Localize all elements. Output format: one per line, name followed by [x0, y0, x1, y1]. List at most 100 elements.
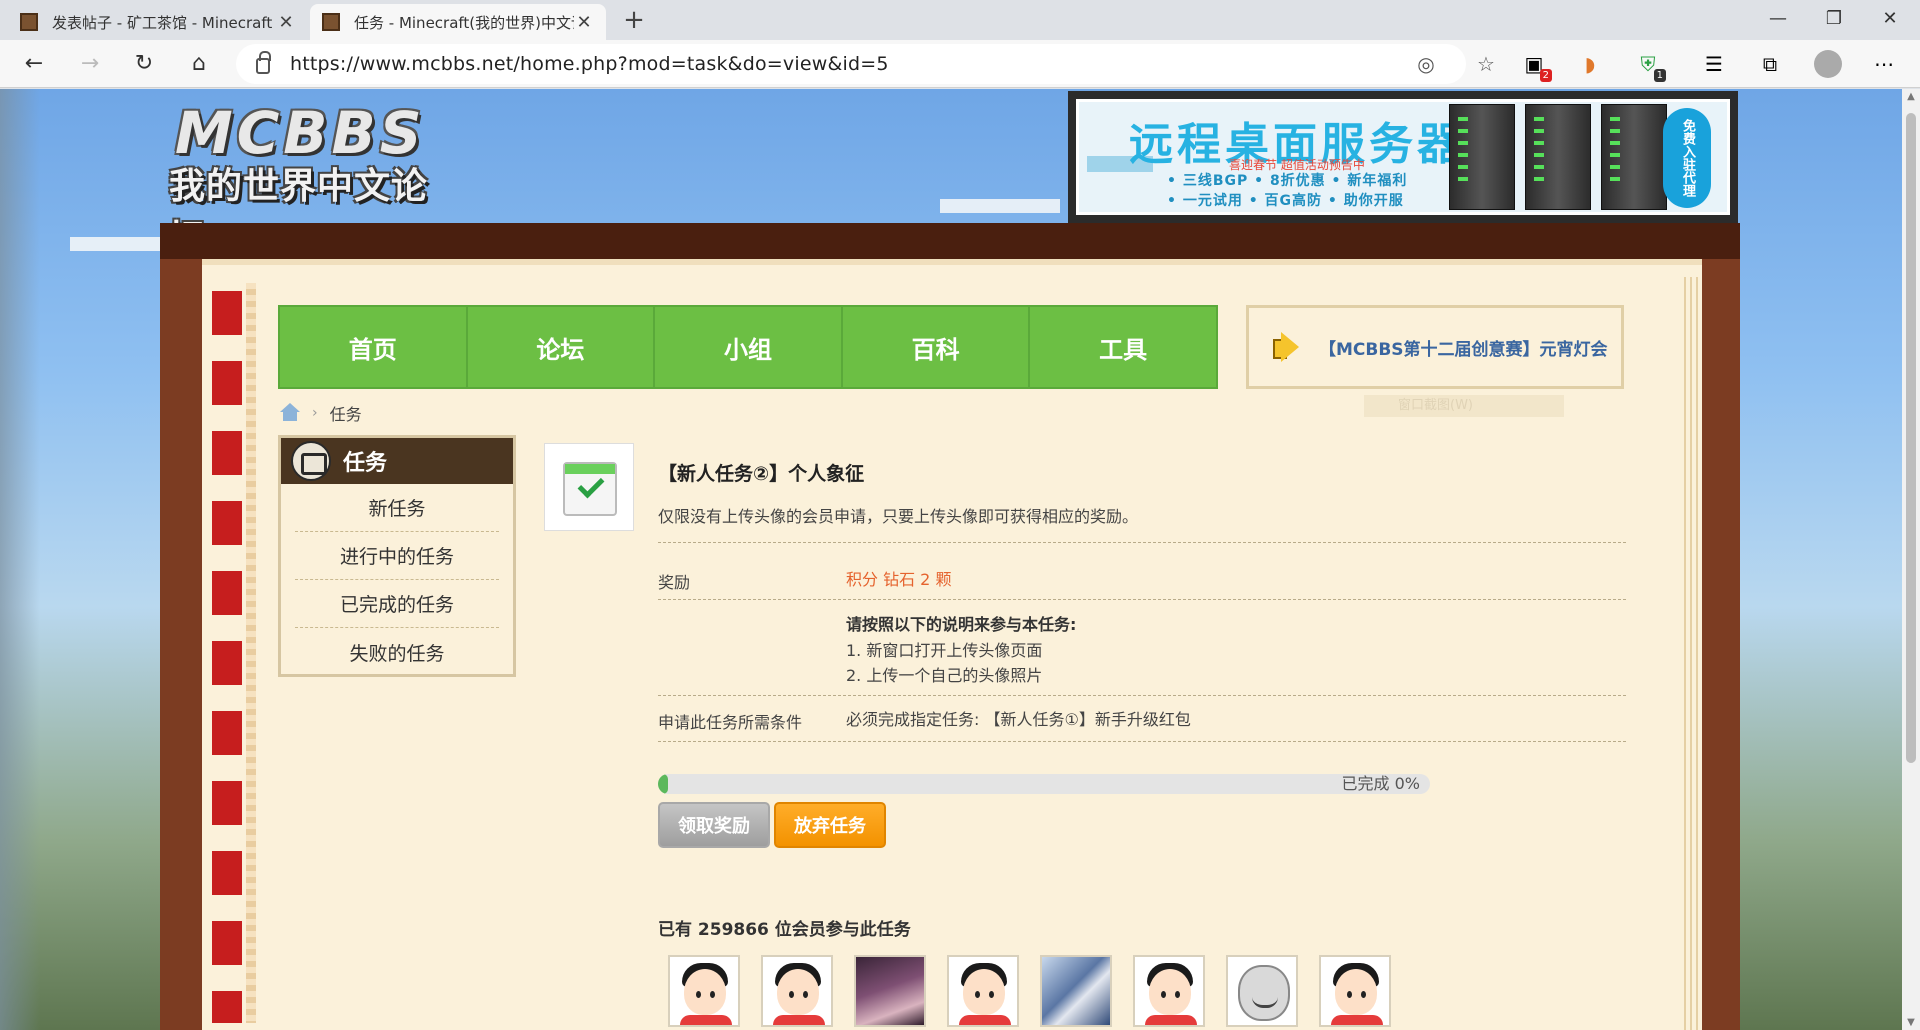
condition-label: 申请此任务所需条件 [658, 713, 803, 732]
page-edge [1680, 277, 1702, 1030]
address-bar-row: ← → ↻ ⌂ https://www.mcbbs.net/home.php?m… [0, 40, 1920, 88]
avatar[interactable] [854, 955, 926, 1027]
tab-bar: 发表帖子 - 矿工茶馆 - Minecraft ✕ 任务 - Minecraft… [0, 0, 1920, 40]
members-count: 已有 259866 位会员参与此任务 [658, 920, 911, 940]
member-avatars [668, 955, 1412, 1027]
sidebar-item-new[interactable]: 新任务 [295, 484, 499, 532]
sidebar-item-in-progress[interactable]: 进行中的任务 [295, 532, 499, 580]
tab-title: 发表帖子 - 矿工茶馆 - Minecraft [52, 13, 273, 32]
tracking-prevention-icon[interactable]: ◎ [1414, 52, 1438, 76]
reward-value: 积分 钻石 2 颗 [846, 570, 952, 589]
divider [658, 599, 1626, 600]
instruction-item: 1. 新窗口打开上传头像页面 [846, 641, 1043, 660]
ad-line: • 一元试用 • 百G高防 • 助你开服 [1167, 193, 1404, 209]
avatar[interactable] [1319, 955, 1391, 1027]
announcement-box: 【MCBBS第十二届创意赛】元宵灯会 [1246, 305, 1624, 389]
extension-badge: 2 [1539, 69, 1552, 82]
forward-button[interactable]: → [72, 46, 108, 82]
progress-text: 已完成 0% [1341, 774, 1420, 793]
ad-banner[interactable]: 远程桌面服务器 喜迎春节 超值活动预告中 • 三线BGP • 8折优惠 • 新年… [1068, 91, 1738, 223]
nav-home[interactable]: 首页 [280, 307, 468, 387]
more-menu-icon[interactable]: ⋯ [1870, 50, 1898, 78]
sidebar-item-failed[interactable]: 失败的任务 [295, 628, 499, 676]
favorites-icon[interactable]: ☰ [1700, 50, 1728, 78]
extension-badge: 1 [1653, 69, 1666, 82]
browser-tab-task[interactable]: 任务 - Minecraft(我的世界)中文论 ✕ [310, 4, 606, 40]
lock-icon [256, 51, 271, 74]
url-field[interactable]: https://www.mcbbs.net/home.php?mod=task&… [236, 44, 1495, 84]
reward-label: 奖励 [658, 573, 691, 592]
extension-icon[interactable]: ▣ 2 [1520, 50, 1552, 82]
ad-content: 远程桌面服务器 喜迎春节 超值活动预告中 • 三线BGP • 8折优惠 • 新年… [1076, 99, 1730, 215]
back-button[interactable]: ← [16, 46, 52, 82]
breadcrumb: › 任务 [280, 401, 362, 425]
ad-pill: 免费入驻代理 [1663, 108, 1711, 208]
tab-title: 任务 - Minecraft(我的世界)中文论 [354, 13, 574, 32]
breadcrumb-separator: › [312, 405, 318, 421]
shield-extension-icon[interactable]: ⛨ 1 [1634, 50, 1666, 82]
home-button[interactable]: ⌂ [181, 46, 217, 82]
sidebar-title: 任务 [343, 451, 388, 476]
instruction-item: 2. 上传一个自己的头像照片 [846, 666, 1043, 685]
background-edge [0, 89, 40, 1030]
new-tab-button[interactable]: + [618, 6, 650, 36]
condition-value: 必须完成指定任务: 【新人任务①】新手升级红包 [846, 710, 1191, 729]
avatar[interactable] [761, 955, 833, 1027]
divider [658, 542, 1626, 543]
nav-tools[interactable]: 工具 [1030, 307, 1216, 387]
add-favorite-icon[interactable]: ☆ [1474, 52, 1498, 76]
nav-groups[interactable]: 小组 [655, 307, 843, 387]
avatar[interactable] [947, 955, 1019, 1027]
book-binding [212, 283, 242, 1023]
cloud [940, 199, 1060, 213]
task-description: 仅限没有上传头像的会员申请，只要上传头像即可获得相应的奖励。 [658, 507, 1139, 526]
close-tab-icon[interactable]: ✕ [574, 12, 594, 33]
task-progress-bar: 已完成 0% [658, 774, 1430, 794]
task-calendar-check-icon [544, 443, 634, 531]
instructions-title: 请按照以下的说明来参与本任务: [846, 615, 1077, 634]
minecraft-block-icon [20, 13, 38, 31]
main-nav: 首页 论坛 小组 百科 工具 [278, 305, 1218, 389]
breadcrumb-current[interactable]: 任务 [330, 401, 362, 425]
maximize-button[interactable]: ❐ [1806, 0, 1862, 40]
book-binding-inner [246, 283, 256, 1023]
scroll-thumb[interactable] [1906, 113, 1916, 763]
avatar[interactable] [1226, 955, 1298, 1027]
divider [658, 741, 1626, 742]
scroll-down-icon[interactable]: ▼ [1906, 1017, 1916, 1028]
nav-forum[interactable]: 论坛 [468, 307, 656, 387]
reload-button[interactable]: ↻ [126, 46, 162, 82]
avatar[interactable] [1040, 955, 1112, 1027]
screenshot-hint: 窗口截图(W) [1364, 395, 1564, 417]
page-viewport: MCBBS 我的世界中文论坛 远程桌面服务器 喜迎春节 超值活动预告中 • 三线… [0, 89, 1902, 1030]
sidebar-header: 任务 [281, 438, 513, 484]
speaker-icon [1269, 330, 1303, 364]
home-icon[interactable] [280, 403, 300, 423]
close-tab-icon[interactable]: ✕ [276, 12, 296, 33]
progress-fill [658, 774, 668, 794]
announcement-link[interactable]: 【MCBBS第十二届创意赛】元宵灯会 [1319, 335, 1608, 360]
scroll-up-icon[interactable]: ▲ [1906, 91, 1916, 102]
collections-icon[interactable]: ⧉ [1756, 50, 1784, 78]
nav-wiki[interactable]: 百科 [843, 307, 1031, 387]
divider [658, 695, 1626, 696]
avatar[interactable] [668, 955, 740, 1027]
task-sidebar: 任务 新任务 进行中的任务 已完成的任务 失败的任务 [278, 435, 516, 677]
book-top [160, 223, 1740, 259]
extension-icon[interactable]: ◗ [1576, 50, 1604, 78]
site-logo[interactable]: MCBBS 我的世界中文论坛 [165, 99, 455, 259]
vertical-scrollbar[interactable]: ▲ ▼ [1902, 89, 1920, 1030]
task-title: 【新人任务②】个人象征 [658, 463, 865, 485]
minimize-button[interactable]: — [1750, 0, 1806, 40]
task-icon [291, 441, 331, 481]
avatar[interactable] [1133, 955, 1205, 1027]
abandon-task-button[interactable]: 放弃任务 [774, 802, 886, 848]
minecraft-block-icon [322, 13, 340, 31]
browser-tab-forum[interactable]: 发表帖子 - 矿工茶馆 - Minecraft ✕ [8, 4, 308, 40]
ad-line: • 三线BGP • 8折优惠 • 新年福利 [1167, 173, 1408, 189]
sidebar-item-completed[interactable]: 已完成的任务 [295, 580, 499, 628]
profile-avatar[interactable] [1814, 50, 1842, 78]
close-window-button[interactable]: ✕ [1862, 0, 1918, 40]
url-text: https://www.mcbbs.net/home.php?mod=task&… [290, 53, 889, 75]
claim-reward-button[interactable]: 领取奖励 [658, 802, 770, 848]
